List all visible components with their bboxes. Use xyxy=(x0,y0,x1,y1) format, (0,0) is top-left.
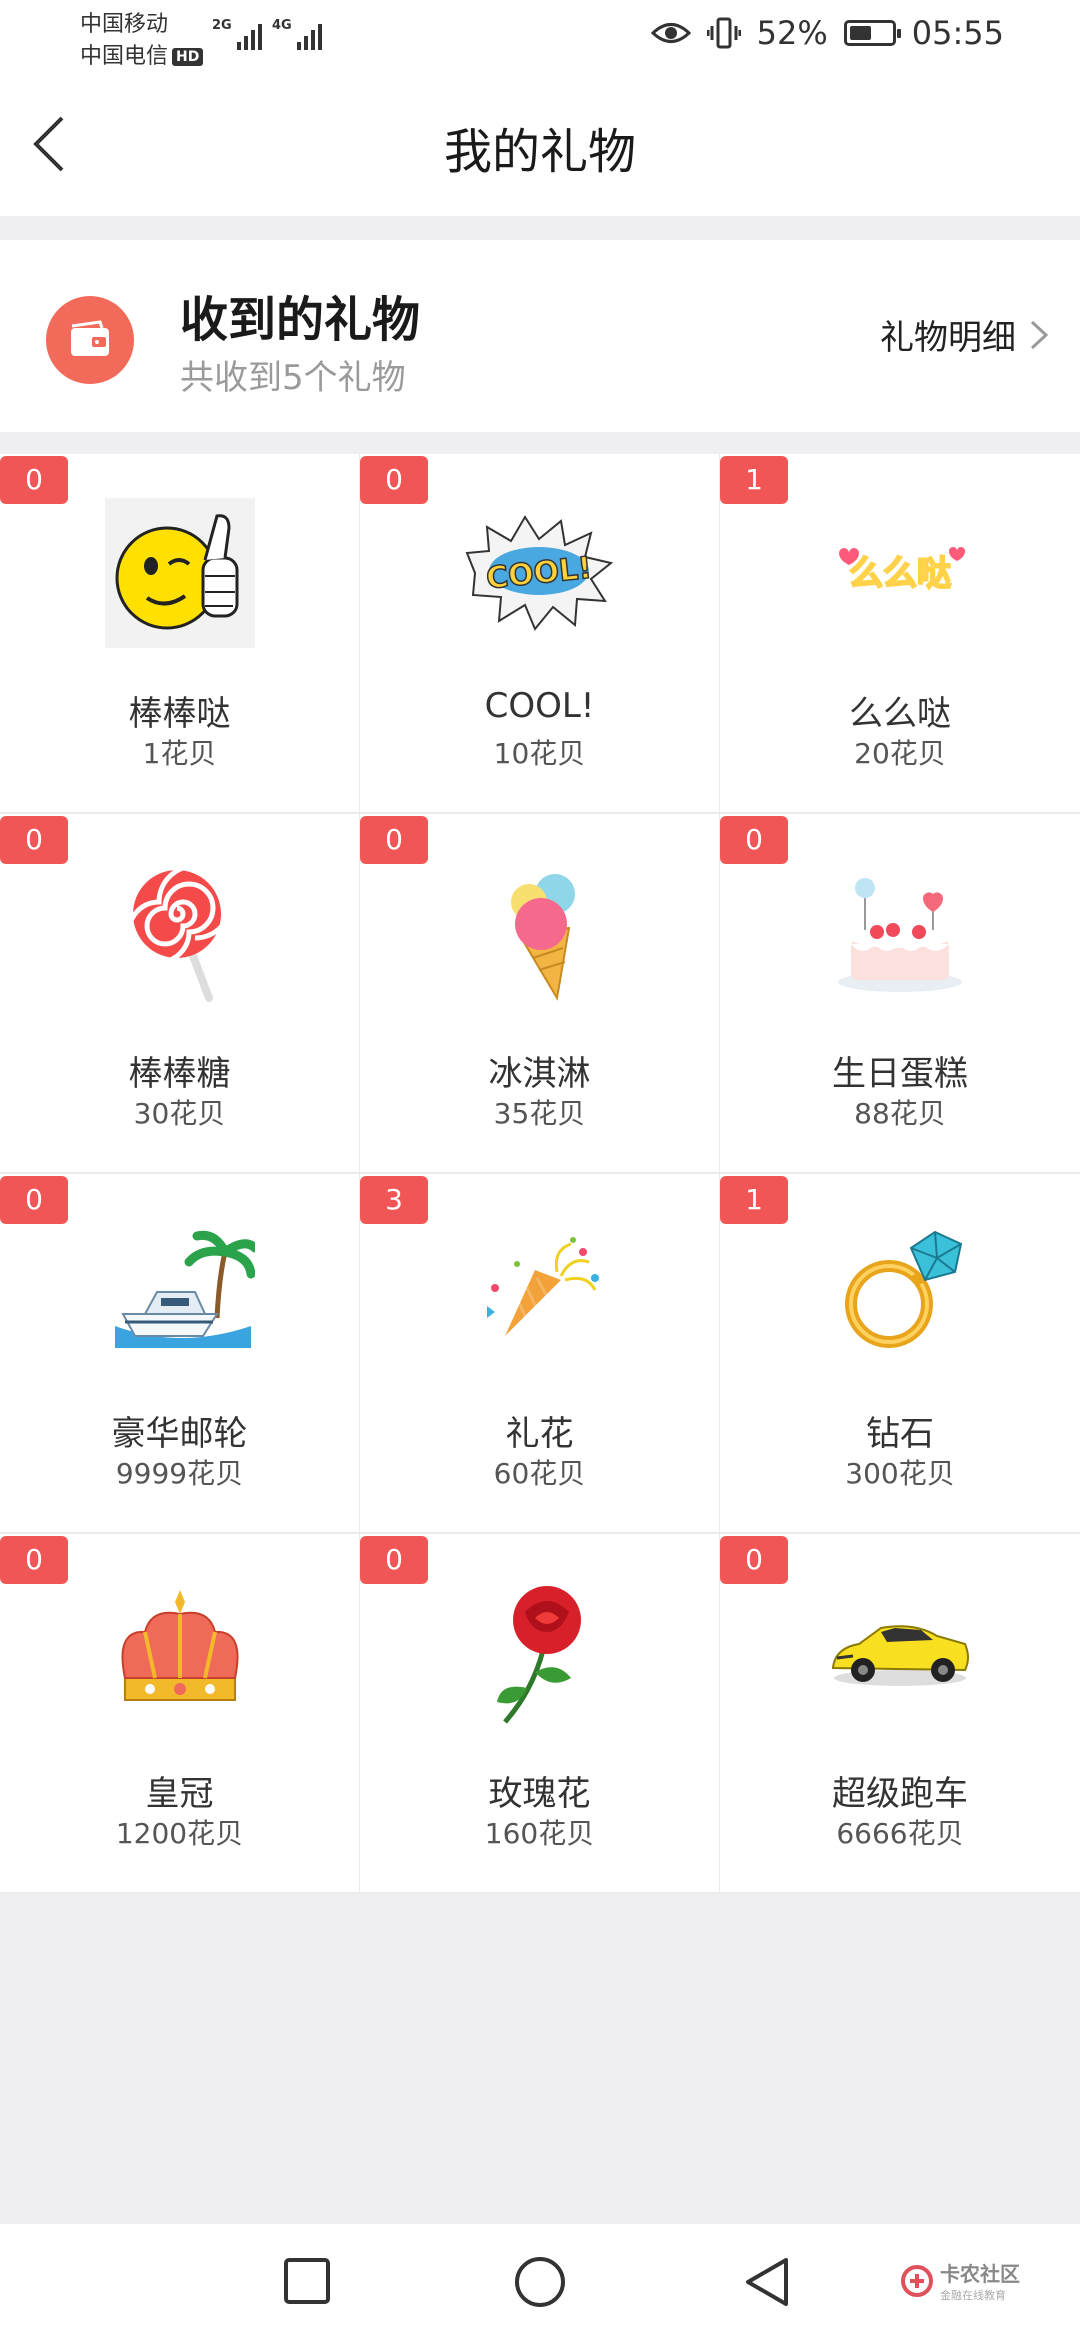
gift-details-label: 礼物明细 xyxy=(880,318,1016,358)
clock: 05:55 xyxy=(911,14,1004,52)
gift-name: 豪华邮轮 xyxy=(111,1414,248,1454)
gift-price: 1200花贝 xyxy=(115,1817,244,1850)
gift-price: 9999花贝 xyxy=(115,1457,244,1490)
eye-icon xyxy=(650,23,691,43)
signal-strength-icon: 2G xyxy=(212,18,262,50)
lollipop-icon xyxy=(105,858,255,1008)
gift-card[interactable]: 0 生日蛋糕 88花贝 xyxy=(720,814,1080,1172)
status-right: 52% 05:55 xyxy=(650,14,1004,52)
summary-subtitle: 共收到5个礼物 xyxy=(180,358,406,398)
watermark-logo-icon xyxy=(901,2264,933,2297)
gift-count-badge: 3 xyxy=(360,1176,428,1224)
gift-count-badge: 0 xyxy=(0,1536,68,1584)
battery-icon xyxy=(843,20,901,46)
back-nav-button[interactable] xyxy=(740,2254,796,2310)
gift-name: 么么哒 xyxy=(849,694,951,734)
carrier-name-2: 中国电信 HD xyxy=(80,38,204,70)
thumbs-up-smiley-icon xyxy=(104,498,255,648)
gift-name: COOL! xyxy=(484,686,595,726)
gift-count-badge: 0 xyxy=(360,1536,428,1584)
gift-card[interactable]: 0 超级跑车 6666花贝 xyxy=(720,1534,1080,1892)
gift-grid: 0 棒棒哒 1花贝 0 COOL! COOL! 10花贝 1 么么哒 么么哒 2… xyxy=(0,454,1080,1894)
hd-badge: HD xyxy=(172,48,204,66)
square-icon xyxy=(284,2258,330,2304)
gift-card[interactable]: 0 皇冠 1200花贝 xyxy=(0,1534,359,1892)
gift-price: 35花贝 xyxy=(493,1097,586,1130)
gift-count-badge: 0 xyxy=(360,816,428,864)
battery-percent: 52% xyxy=(756,14,828,52)
gift-price: 60花贝 xyxy=(493,1457,586,1490)
gift-card[interactable]: 0 冰淇淋 35花贝 xyxy=(360,814,719,1172)
triangle-back-icon xyxy=(746,2258,788,2306)
gift-price: 1花贝 xyxy=(142,737,217,770)
home-button[interactable] xyxy=(512,2254,568,2310)
app-header: 我的礼物 xyxy=(0,70,1080,216)
system-navigation-bar: 卡农社区 金融在线教育 xyxy=(0,2224,1080,2340)
watermark-name: 卡农社区 xyxy=(940,2262,1020,2286)
gift-card[interactable]: 0 玫瑰花 160花贝 xyxy=(360,1534,719,1892)
gift-name: 超级跑车 xyxy=(832,1774,968,1814)
gift-count-badge: 1 xyxy=(720,1176,788,1224)
carrier-name-1: 中国移动 xyxy=(80,12,169,37)
gift-name: 皇冠 xyxy=(145,1774,214,1814)
signal-strength-icon: 4G xyxy=(272,18,322,50)
crown-icon xyxy=(105,1578,255,1728)
circle-icon xyxy=(515,2257,565,2307)
gift-price: 88花贝 xyxy=(854,1097,946,1130)
wallet-icon xyxy=(46,296,134,384)
chevron-right-icon xyxy=(1030,320,1049,349)
sports-car-icon xyxy=(825,1578,975,1728)
gift-card[interactable]: 0 棒棒哒 1花贝 xyxy=(0,454,359,812)
gift-card[interactable]: 1 么么哒 么么哒 20花贝 xyxy=(720,454,1080,812)
summary-title: 收到的礼物 xyxy=(180,292,421,348)
gift-price: 30花贝 xyxy=(133,1097,226,1130)
gift-card[interactable]: 0 棒棒糖 30花贝 xyxy=(0,814,359,1172)
gift-price: 6666花贝 xyxy=(836,1817,964,1850)
gift-card[interactable]: 1 钻石 300花贝 xyxy=(720,1174,1080,1532)
gift-count-badge: 0 xyxy=(0,816,68,864)
diamond-ring-icon xyxy=(825,1218,975,1368)
status-bar: 中国移动 中国电信 HD 2G 4G 52% 05:55 xyxy=(0,0,1080,70)
ice-cream-icon xyxy=(465,858,615,1008)
gift-card[interactable]: 3 礼花 60花贝 xyxy=(360,1174,719,1532)
watermark-tagline: 金融在线教育 xyxy=(940,2289,1006,2302)
gift-name: 棒棒糖 xyxy=(128,1054,231,1094)
gift-price: 20花贝 xyxy=(854,737,946,770)
gift-details-link[interactable]: 礼物明细 xyxy=(880,310,1050,359)
svg-text:么么哒: 么么哒 xyxy=(849,554,951,594)
gift-name: 玫瑰花 xyxy=(488,1774,591,1814)
recent-apps-button[interactable] xyxy=(280,2254,336,2310)
gift-price: 300花贝 xyxy=(845,1457,955,1490)
gift-count-badge: 0 xyxy=(360,456,428,504)
page-title: 我的礼物 xyxy=(443,124,636,180)
party-popper-icon xyxy=(465,1218,615,1368)
gift-card[interactable]: 0 COOL! COOL! 10花贝 xyxy=(360,454,719,812)
gift-count-badge: 0 xyxy=(720,1536,788,1584)
gift-name: 礼花 xyxy=(505,1414,574,1454)
kiss-sticker-icon: 么么哒 xyxy=(825,498,975,648)
gift-name: 棒棒哒 xyxy=(128,694,231,734)
gift-count-badge: 1 xyxy=(720,456,788,504)
gift-count-badge: 0 xyxy=(0,1176,68,1224)
gift-count-badge: 0 xyxy=(0,456,68,504)
gift-name: 钻石 xyxy=(866,1414,934,1454)
received-gifts-summary: 收到的礼物 共收到5个礼物 礼物明细 xyxy=(0,240,1080,432)
cool-sticker-icon: COOL! xyxy=(465,498,615,648)
gift-count-badge: 0 xyxy=(720,816,788,864)
vibrate-icon xyxy=(706,17,741,49)
yacht-icon xyxy=(105,1218,255,1368)
gift-name: 生日蛋糕 xyxy=(832,1054,968,1094)
birthday-cake-icon xyxy=(825,858,975,1008)
gift-price: 10花贝 xyxy=(493,737,586,770)
gift-price: 160花贝 xyxy=(484,1817,595,1850)
watermark: 卡农社区 金融在线教育 xyxy=(900,2258,1020,2303)
gift-card[interactable]: 0 豪华邮轮 9999花贝 xyxy=(0,1174,359,1532)
rose-icon xyxy=(465,1578,615,1728)
gift-name: 冰淇淋 xyxy=(488,1054,591,1094)
